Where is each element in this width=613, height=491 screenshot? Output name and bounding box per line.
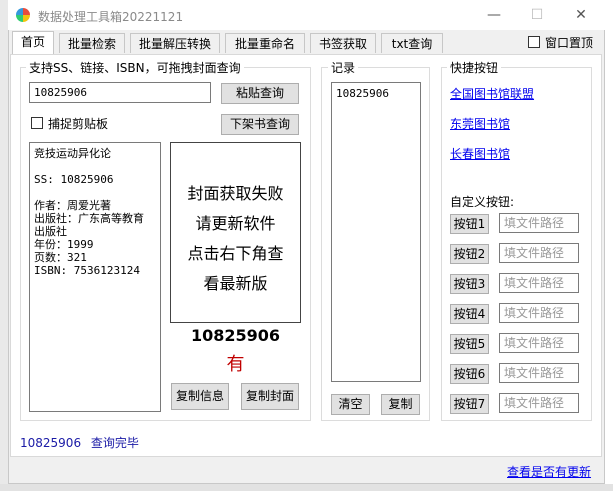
link-changchun-library[interactable]: 长春图书馆 <box>450 145 510 162</box>
offshelf-query-button[interactable]: 下架书查询 <box>221 114 299 135</box>
custom-path-input-1[interactable]: 填文件路径 <box>499 213 579 233</box>
copy-info-button[interactable]: 复制信息 <box>171 383 229 410</box>
book-info-line: 出版社 <box>34 225 67 238</box>
check-update-link[interactable]: 查看是否有更新 <box>507 463 591 480</box>
custom-path-input-4[interactable]: 填文件路径 <box>499 303 579 323</box>
link-national-library-alliance[interactable]: 全国图书馆联盟 <box>450 85 534 102</box>
status-ss-number: 10825906 <box>20 436 82 450</box>
custom-path-input-2[interactable]: 填文件路径 <box>499 243 579 263</box>
book-info-line: 竞技运动异化论 <box>34 147 111 160</box>
custom-button-7[interactable]: 按钮7 <box>450 394 489 414</box>
book-info-line: 出版社：广东高等教育 <box>34 212 144 225</box>
book-info-line: 作者：周爱光著 <box>34 199 111 212</box>
tab-txt-query[interactable]: txt查询 <box>381 33 443 53</box>
cover-message-line: 封面获取失败 <box>187 184 284 203</box>
custom-button-6[interactable]: 按钮6 <box>450 364 489 384</box>
taskbar-strip <box>0 484 613 491</box>
app-icon <box>16 8 30 22</box>
background-edge <box>0 0 8 491</box>
custom-buttons-label: 自定义按钮: <box>450 195 515 209</box>
cover-message-line: 看最新版 <box>203 274 268 293</box>
cover-image-box[interactable]: 封面获取失败 请更新软件 点击右下角查 看最新版 <box>170 142 301 323</box>
custom-path-input-7[interactable]: 填文件路径 <box>499 393 579 413</box>
book-info-line <box>34 160 156 173</box>
book-info-textbox[interactable]: 竞技运动异化论 SS: 10825906 作者：周爱光著 出版社：广东高等教育 … <box>29 142 161 412</box>
shortcuts-group-label: 快捷按钮 <box>447 61 502 75</box>
topmost-checkbox[interactable] <box>528 36 540 48</box>
custom-button-1[interactable]: 按钮1 <box>450 214 489 234</box>
result-status: 有 <box>226 354 245 375</box>
book-info-line <box>34 186 156 199</box>
maximize-icon[interactable]: ☐ <box>527 5 547 25</box>
custom-path-input-5[interactable]: 填文件路径 <box>499 333 579 353</box>
custom-button-5[interactable]: 按钮5 <box>450 334 489 354</box>
tab-batch-unzip[interactable]: 批量解压转换 <box>130 33 220 53</box>
paste-query-button[interactable]: 粘贴查询 <box>221 83 299 104</box>
records-list-item[interactable]: 10825906 <box>336 87 416 100</box>
custom-path-input-3[interactable]: 填文件路径 <box>499 273 579 293</box>
window-title: 数据处理工具箱20221121 <box>38 10 184 24</box>
book-info-line: 页数：321 <box>34 251 87 264</box>
minimize-icon[interactable]: — <box>484 5 504 25</box>
custom-button-4[interactable]: 按钮4 <box>450 304 489 324</box>
clear-records-button[interactable]: 清空 <box>331 394 370 415</box>
capture-clipboard-label: 捕捉剪贴板 <box>48 117 109 131</box>
copy-records-button[interactable]: 复制 <box>381 394 420 415</box>
records-list[interactable]: 10825906 <box>331 82 421 382</box>
book-info-line: ISBN: 7536123124 <box>34 264 140 277</box>
custom-path-input-6[interactable]: 填文件路径 <box>499 363 579 383</box>
search-group-label: 支持SS、链接、ISBN，可拖拽封面查询 <box>26 61 244 75</box>
search-input[interactable]: 10825906 <box>29 82 211 103</box>
tab-batch-search[interactable]: 批量检索 <box>59 33 125 53</box>
book-info-line: 年份：1999 <box>34 238 94 251</box>
copy-cover-button[interactable]: 复制封面 <box>241 383 299 410</box>
status-message: 查询完毕 <box>90 436 139 450</box>
cover-message-line: 点击右下角查 <box>187 244 284 263</box>
records-group-label: 记录 <box>328 61 359 75</box>
tab-batch-rename[interactable]: 批量重命名 <box>225 33 305 53</box>
status-line: 10825906 查询完毕 <box>20 434 139 451</box>
tab-bookmark[interactable]: 书签获取 <box>310 33 376 53</box>
custom-button-2[interactable]: 按钮2 <box>450 244 489 264</box>
tab-home[interactable]: 首页 <box>12 31 54 55</box>
link-dongguan-library[interactable]: 东莞图书馆 <box>450 115 510 132</box>
capture-clipboard-checkbox[interactable] <box>31 117 43 129</box>
book-info-line: SS: 10825906 <box>34 173 114 186</box>
cover-message-line: 请更新软件 <box>195 214 276 233</box>
custom-button-3[interactable]: 按钮3 <box>450 274 489 294</box>
close-icon[interactable]: ✕ <box>571 5 591 25</box>
result-ss-number: 10825906 <box>190 326 281 345</box>
topmost-label: 窗口置顶 <box>545 36 594 50</box>
